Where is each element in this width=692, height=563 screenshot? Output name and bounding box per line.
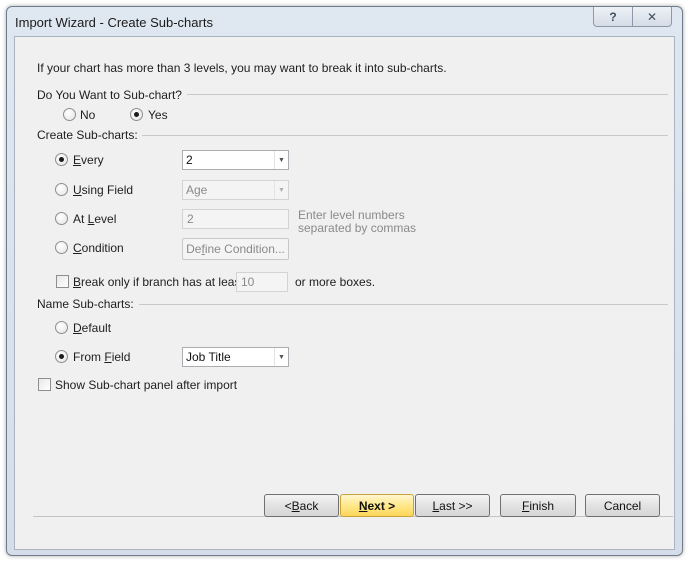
name-subcharts-label: Name Sub-charts: [37, 297, 134, 311]
divider [187, 94, 668, 95]
help-icon: ? [609, 9, 617, 24]
caption-buttons: ? ✕ [593, 7, 672, 27]
using-field-value: Age [186, 183, 208, 197]
break-only-checkbox[interactable] [56, 275, 69, 288]
break-only-suffix: or more boxes. [295, 275, 376, 289]
radio-from-field-label[interactable]: From Field [73, 350, 130, 364]
radio-at-level-label[interactable]: At Level [73, 212, 116, 226]
chevron-down-icon: ▼ [274, 181, 288, 199]
radio-no[interactable] [63, 108, 76, 121]
chevron-down-icon[interactable]: ▼ [274, 151, 288, 169]
radio-using-field[interactable] [55, 183, 68, 196]
radio-every-label[interactable]: Every [73, 153, 104, 167]
import-wizard-window: Import Wizard - Create Sub-charts ? ✕ If… [6, 6, 683, 556]
radio-no-label[interactable]: No [80, 108, 95, 122]
define-condition-button: De f ine Condition... [182, 238, 289, 260]
radio-yes[interactable] [130, 108, 143, 121]
at-level-input: 2 [182, 209, 289, 229]
radio-yes-label[interactable]: Yes [148, 108, 168, 122]
show-panel-label[interactable]: Show Sub-chart panel after import [55, 378, 237, 392]
radio-condition-label[interactable]: Condition [73, 241, 124, 255]
radio-default-label[interactable]: Default [73, 321, 111, 335]
finish-button[interactable]: Finish [500, 494, 576, 517]
radio-condition[interactable] [55, 241, 68, 254]
radio-from-field[interactable] [55, 350, 68, 363]
help-button[interactable]: ? [594, 7, 633, 26]
dialog-body: If your chart has more than 3 levels, yo… [14, 36, 675, 550]
from-field-value: Job Title [186, 350, 231, 364]
from-field-combo[interactable]: Job Title ▼ [182, 347, 289, 367]
every-combo[interactable]: 2 ▼ [182, 150, 289, 170]
last-button[interactable]: Last >> [415, 494, 490, 517]
radio-every[interactable] [55, 153, 68, 166]
every-value: 2 [186, 153, 193, 167]
window-title: Import Wizard - Create Sub-charts [15, 15, 213, 30]
using-field-combo: Age ▼ [182, 180, 289, 200]
intro-text: If your chart has more than 3 levels, yo… [37, 61, 447, 75]
subchart-question-label: Do You Want to Sub-chart? [37, 88, 182, 102]
show-panel-checkbox[interactable] [38, 378, 51, 391]
close-button[interactable]: ✕ [633, 7, 671, 26]
break-only-count-input: 10 [236, 272, 288, 292]
break-only-label[interactable]: Break only if branch has at least [73, 275, 244, 289]
close-icon: ✕ [646, 9, 658, 24]
divider [139, 304, 668, 305]
divider [142, 135, 668, 136]
cancel-button[interactable]: Cancel [585, 494, 660, 517]
next-button[interactable]: Next > [340, 494, 414, 517]
at-level-hint: Enter level numbers separated by commas [298, 208, 417, 235]
back-button[interactable]: < Back [264, 494, 339, 517]
radio-at-level[interactable] [55, 212, 68, 225]
create-subcharts-label: Create Sub-charts: [37, 128, 138, 142]
radio-default[interactable] [55, 321, 68, 334]
radio-using-field-label[interactable]: Using Field [73, 183, 133, 197]
chevron-down-icon[interactable]: ▼ [274, 348, 288, 366]
title-bar[interactable]: Import Wizard - Create Sub-charts ? ✕ [7, 7, 682, 37]
